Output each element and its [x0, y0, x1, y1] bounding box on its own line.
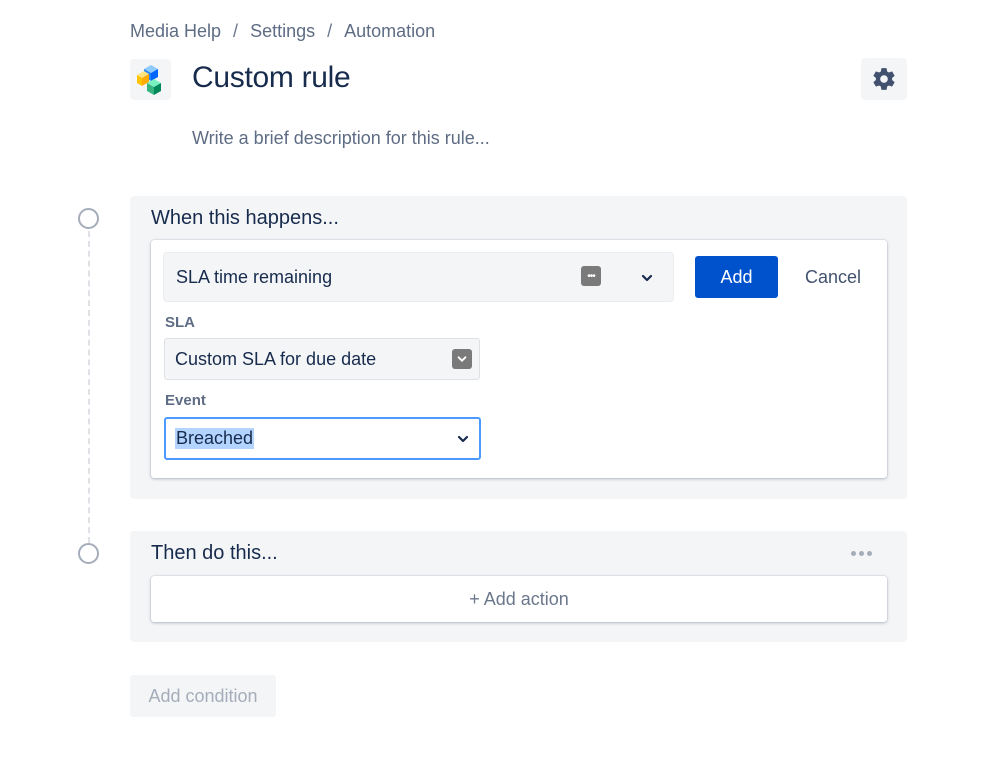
more-options-icon[interactable]	[851, 551, 872, 556]
action-panel: Then do this... + Add action	[130, 531, 907, 642]
timeline-action-dot	[78, 543, 99, 564]
event-select[interactable]: Breached	[164, 417, 481, 460]
chevron-down-icon	[641, 274, 653, 282]
rule-description-field[interactable]: Write a brief description for this rule.…	[192, 128, 490, 149]
more-options-icon: •••	[581, 266, 601, 286]
add-action-card: + Add action	[151, 576, 887, 622]
breadcrumb: Media Help / Settings / Automation	[130, 21, 435, 42]
cancel-button[interactable]: Cancel	[791, 256, 875, 298]
chevron-down-icon	[457, 435, 469, 443]
breadcrumb-automation[interactable]: Automation	[344, 21, 435, 42]
trigger-select[interactable]: SLA time remaining •••	[163, 252, 674, 302]
page-title: Custom rule	[192, 61, 351, 94]
trigger-panel: When this happens... SLA time remaining …	[130, 196, 907, 499]
breadcrumb-separator: /	[233, 21, 239, 41]
settings-button[interactable]	[861, 58, 907, 100]
trigger-config-card: SLA time remaining ••• Add Cancel SLA Cu…	[151, 240, 887, 478]
breadcrumb-separator: /	[327, 21, 333, 41]
trigger-panel-title: When this happens...	[151, 207, 339, 229]
sla-select[interactable]: Custom SLA for due date	[164, 338, 480, 380]
timeline-connector	[88, 231, 90, 543]
add-condition-button[interactable]: Add condition	[130, 675, 276, 717]
breadcrumb-settings[interactable]: Settings	[250, 21, 315, 42]
gear-icon	[873, 68, 895, 90]
action-panel-title: Then do this...	[151, 542, 278, 564]
sla-select-value: Custom SLA for due date	[175, 349, 377, 369]
event-select-value: Breached	[175, 428, 255, 449]
breadcrumb-media-help[interactable]: Media Help	[130, 21, 221, 42]
sla-field-label: SLA	[165, 314, 195, 331]
add-action-button[interactable]: + Add action	[151, 576, 887, 622]
rule-cubes-icon	[130, 59, 171, 100]
add-button[interactable]: Add	[695, 256, 778, 298]
event-field-label: Event	[165, 392, 206, 409]
trigger-select-value: SLA time remaining	[176, 267, 333, 287]
chevron-down-icon	[452, 349, 472, 369]
timeline-trigger-dot	[78, 208, 99, 229]
